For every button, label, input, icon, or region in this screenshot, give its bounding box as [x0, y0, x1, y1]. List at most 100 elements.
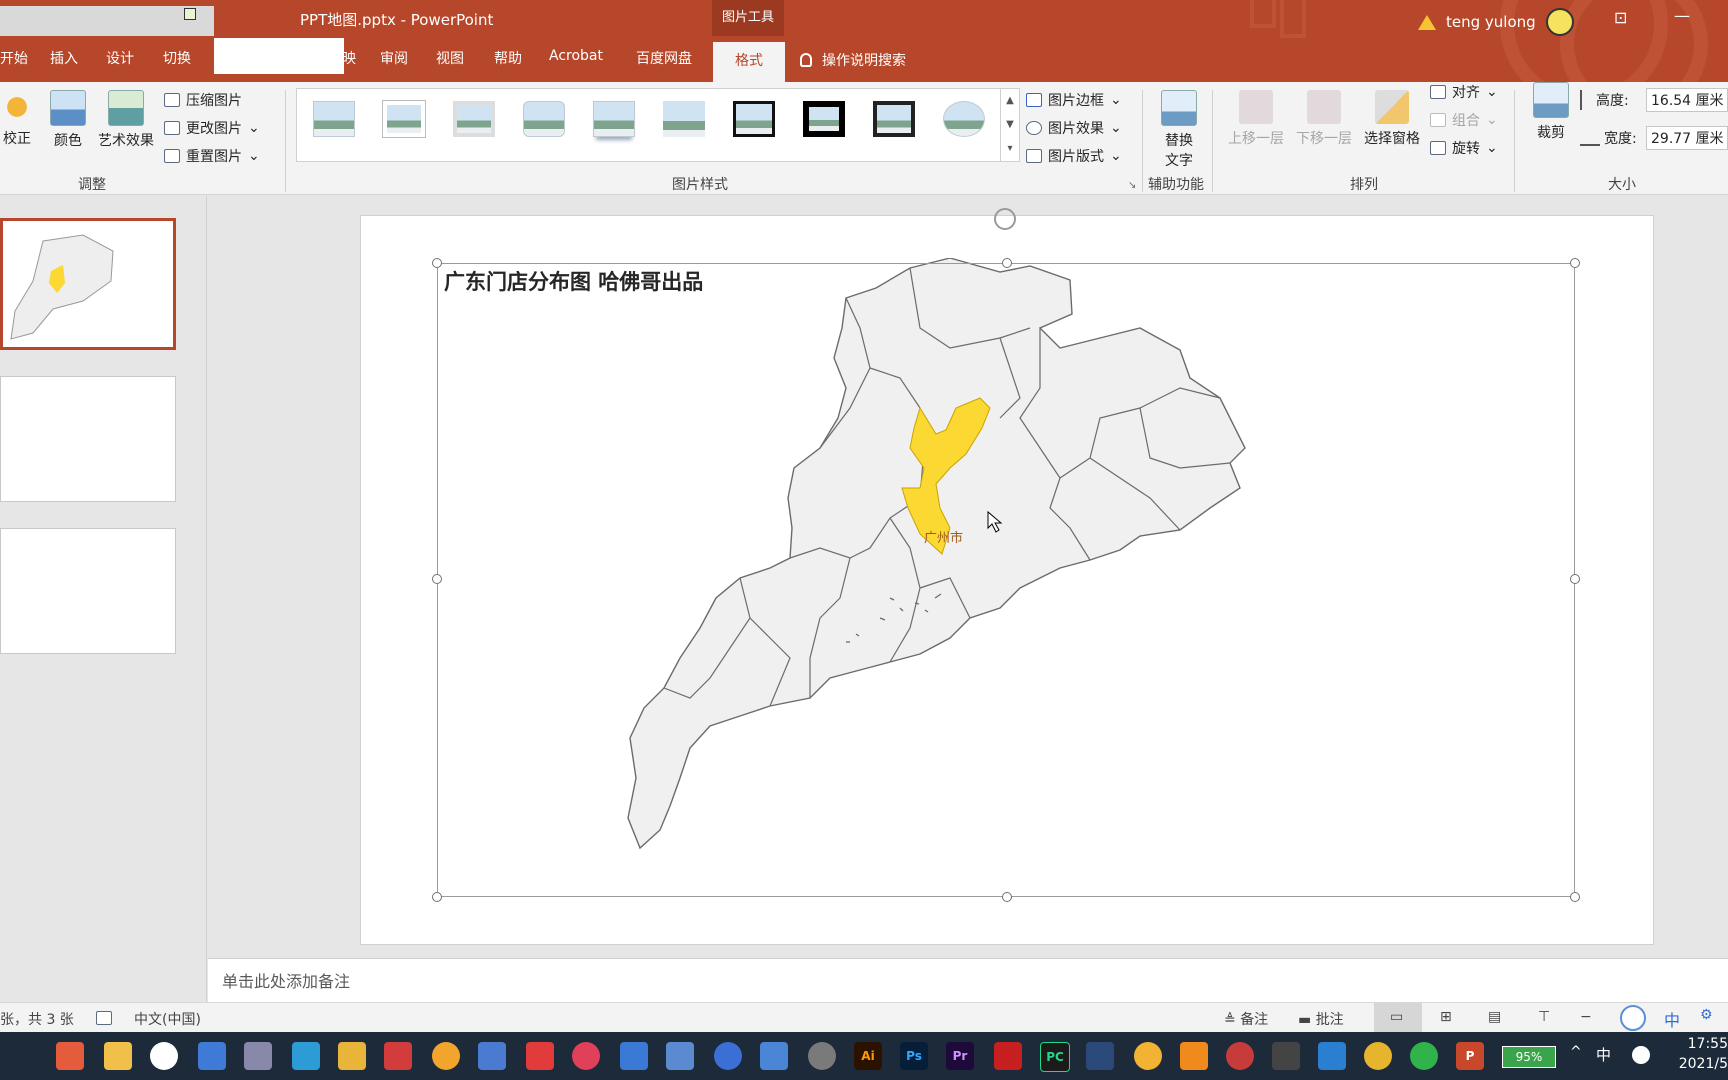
gallery-down-icon[interactable]: ▼: [1000, 113, 1019, 137]
resize-handle[interactable]: [1002, 258, 1012, 268]
slide-sorter-icon[interactable]: ⊞: [1440, 1009, 1452, 1025]
app-icon[interactable]: [478, 1042, 506, 1070]
warning-icon[interactable]: [1418, 14, 1436, 30]
style-thumb[interactable]: [733, 101, 775, 137]
style-thumb[interactable]: [593, 101, 635, 137]
pycharm-icon[interactable]: PC: [1040, 1042, 1070, 1072]
sublime-icon[interactable]: [1180, 1042, 1208, 1070]
cortana-icon[interactable]: [1632, 1046, 1650, 1064]
ime-status-icon[interactable]: 中: [1664, 1007, 1680, 1031]
style-thumb[interactable]: [383, 101, 425, 137]
tab-format[interactable]: 格式: [713, 42, 785, 82]
tab-baidu[interactable]: 百度网盘: [636, 48, 692, 68]
resize-handle[interactable]: [1570, 258, 1580, 268]
send-backward-button[interactable]: 下移一层: [1292, 90, 1356, 148]
resize-handle[interactable]: [1002, 892, 1012, 902]
powerpoint-icon[interactable]: P: [1456, 1042, 1484, 1070]
rotate-handle-icon[interactable]: [994, 208, 1016, 230]
app-icon[interactable]: [292, 1042, 320, 1070]
resize-handle[interactable]: [1570, 892, 1580, 902]
spellcheck-icon[interactable]: [96, 1011, 112, 1025]
wechat-icon[interactable]: [1410, 1042, 1438, 1070]
selection-frame[interactable]: [437, 263, 1575, 897]
tab-acrobat[interactable]: Acrobat: [549, 48, 603, 64]
style-thumb[interactable]: [943, 101, 985, 137]
dialog-launcher-icon[interactable]: ↘: [1128, 180, 1136, 191]
slide-thumbnail-3[interactable]: [0, 528, 176, 654]
style-thumb[interactable]: [523, 101, 565, 137]
photoshop-icon[interactable]: Ps: [900, 1042, 928, 1070]
app-icon[interactable]: [338, 1042, 366, 1070]
tab-home[interactable]: 开始: [0, 48, 28, 68]
ribbon-display-icon[interactable]: ⊡: [1614, 8, 1627, 27]
notes-pane[interactable]: [208, 958, 1728, 1003]
app-icon[interactable]: [760, 1042, 788, 1070]
app-icon[interactable]: [666, 1042, 694, 1070]
app-icon[interactable]: [1134, 1042, 1162, 1070]
illustrator-icon[interactable]: Ai: [854, 1042, 882, 1070]
style-thumb[interactable]: [873, 101, 915, 137]
compress-pictures-button[interactable]: 压缩图片: [164, 90, 242, 110]
app-icon[interactable]: [1226, 1042, 1254, 1070]
chrome-icon[interactable]: [1364, 1042, 1392, 1070]
slide-thumbnail-1[interactable]: [0, 218, 176, 350]
style-thumb[interactable]: [803, 101, 845, 137]
app-icon[interactable]: [244, 1042, 272, 1070]
app-icon[interactable]: [384, 1042, 412, 1070]
change-picture-button[interactable]: 更改图片 ⌄: [164, 118, 260, 138]
minimize-icon[interactable]: —: [1674, 6, 1690, 25]
ifly-icon[interactable]: [1620, 1005, 1646, 1031]
picture-effects-button[interactable]: 图片效果 ⌄: [1026, 118, 1122, 138]
app-icon[interactable]: [104, 1042, 132, 1070]
picture-border-button[interactable]: 图片边框 ⌄: [1026, 90, 1122, 110]
gallery-more-icon[interactable]: ▾: [1000, 137, 1019, 161]
tab-slideshow[interactable]: 映: [342, 48, 356, 68]
reset-picture-button[interactable]: 重置图片 ⌄: [164, 146, 260, 166]
battery-indicator[interactable]: 95%: [1502, 1046, 1556, 1068]
zoom-out-icon[interactable]: −: [1580, 1009, 1592, 1025]
app-icon[interactable]: [714, 1042, 742, 1070]
ime-indicator[interactable]: 中: [1596, 1044, 1611, 1065]
app-icon[interactable]: [198, 1042, 226, 1070]
tab-transitions[interactable]: 切换: [163, 48, 191, 68]
app-icon[interactable]: [620, 1042, 648, 1070]
user-area[interactable]: teng yulong: [1418, 8, 1574, 36]
app-icon[interactable]: [808, 1042, 836, 1070]
premiere-icon[interactable]: Pr: [946, 1042, 974, 1070]
resize-handle[interactable]: [432, 258, 442, 268]
vscode-icon[interactable]: [1318, 1042, 1346, 1070]
picture-layout-button[interactable]: 图片版式 ⌄: [1026, 146, 1122, 166]
color-button[interactable]: 颜色: [48, 90, 88, 150]
restore-square-icon[interactable]: [184, 8, 196, 20]
height-field[interactable]: 16.54 厘米: [1646, 88, 1728, 112]
style-thumb[interactable]: [313, 101, 355, 137]
tell-me-search[interactable]: 操作说明搜索: [800, 50, 906, 70]
resize-handle[interactable]: [1570, 574, 1580, 584]
app-icon[interactable]: [1086, 1042, 1114, 1070]
tab-design[interactable]: 设计: [106, 48, 134, 68]
comments-toggle[interactable]: ▬ 批注: [1298, 1009, 1344, 1029]
picture-styles-gallery[interactable]: ▲ ▼ ▾: [296, 88, 1020, 162]
tab-insert[interactable]: 插入: [50, 48, 78, 68]
resize-handle[interactable]: [432, 892, 442, 902]
tab-review[interactable]: 审阅: [380, 48, 408, 68]
rotate-button[interactable]: 旋转 ⌄: [1430, 138, 1498, 158]
group-button[interactable]: 组合 ⌄: [1430, 110, 1498, 130]
clock[interactable]: 17:55 2021/5: [1679, 1034, 1728, 1074]
correct-button[interactable]: 校正: [0, 90, 34, 148]
artistic-effects-button[interactable]: 艺术效果: [94, 90, 158, 150]
reading-view-icon[interactable]: ▤: [1488, 1009, 1501, 1025]
crop-button[interactable]: 裁剪: [1528, 82, 1574, 142]
app-icon[interactable]: [56, 1042, 84, 1070]
bring-forward-button[interactable]: 上移一层: [1224, 90, 1288, 148]
app-icon[interactable]: [526, 1042, 554, 1070]
search-app-icon[interactable]: [432, 1042, 460, 1070]
chevron-up-icon[interactable]: ^: [1570, 1044, 1582, 1060]
style-thumb[interactable]: [663, 101, 705, 137]
notes-toggle[interactable]: ≜ 备注: [1224, 1009, 1268, 1029]
slideshow-icon[interactable]: ⊤: [1538, 1009, 1550, 1025]
tab-view[interactable]: 视图: [436, 48, 464, 68]
acrobat-icon[interactable]: [994, 1042, 1022, 1070]
resize-handle[interactable]: [432, 574, 442, 584]
style-thumb[interactable]: [453, 101, 495, 137]
